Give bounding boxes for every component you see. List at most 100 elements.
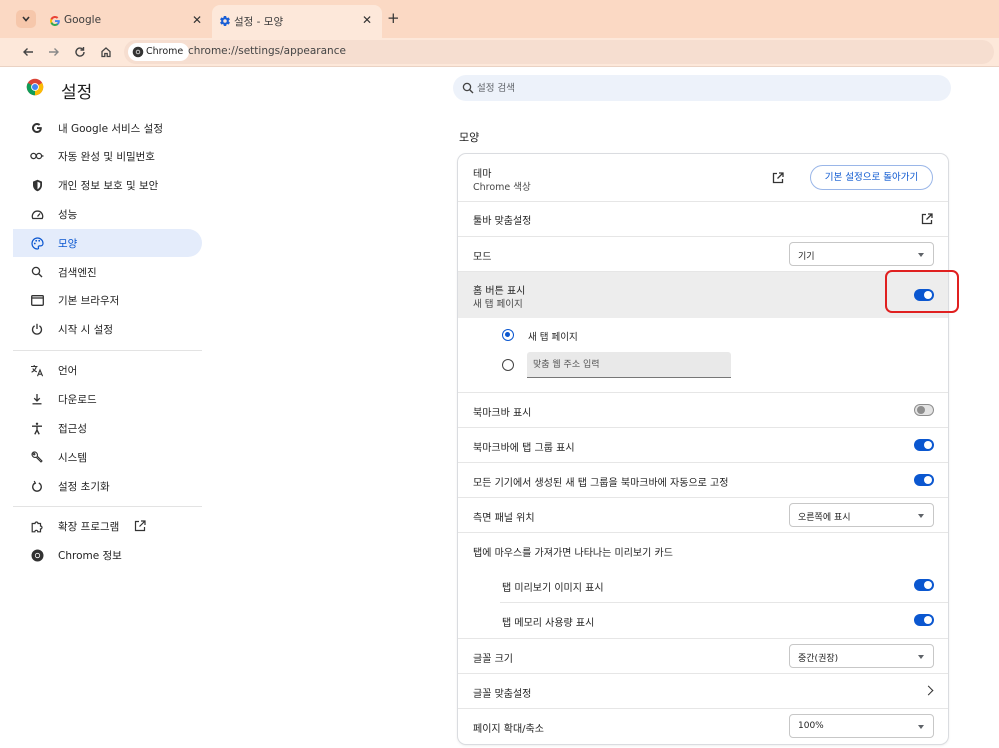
- home-option-new-tab[interactable]: 새 탭 페이지: [458, 318, 948, 352]
- home-button-row[interactable]: 홈 버튼 표시 새 탭 페이지: [458, 271, 948, 318]
- new-tab-radio[interactable]: [502, 329, 514, 341]
- power-icon: [30, 322, 44, 336]
- sidebar-divider: [13, 350, 202, 351]
- bookmarks-bar-row[interactable]: 북마크바 표시: [458, 392, 948, 427]
- font-size-value: 중간(권장): [798, 654, 839, 664]
- sidebar-item-label: 언어: [58, 365, 78, 377]
- close-icon[interactable]: ✕: [362, 13, 372, 27]
- toolbar: Chrome chrome://settings/appearance: [0, 38, 999, 67]
- search-icon: [30, 265, 44, 279]
- browser-window-icon: [30, 293, 44, 307]
- tab-google[interactable]: Google ✕: [42, 5, 212, 38]
- home-option-custom-url[interactable]: [458, 352, 948, 392]
- puzzle-icon: [30, 519, 44, 533]
- reload-button[interactable]: [72, 44, 88, 60]
- font-size-select[interactable]: 중간(권장): [789, 644, 934, 668]
- external-link-icon[interactable]: [921, 213, 933, 225]
- back-button[interactable]: [20, 44, 36, 60]
- toolbar-custom-row[interactable]: 툴바 맞춤설정: [458, 201, 948, 236]
- side-panel-select[interactable]: 오른쪽에 표시: [789, 503, 934, 527]
- dropdown-arrow-icon: [918, 725, 924, 729]
- tab-title: 설정 - 모양: [234, 16, 284, 28]
- sidebar-item-accessibility[interactable]: 접근성: [13, 414, 202, 442]
- bookmarks-tab-groups-toggle[interactable]: [914, 439, 934, 451]
- hover-image-row[interactable]: 탭 미리보기 이미지 표시: [458, 567, 948, 602]
- speedometer-icon: [30, 207, 44, 221]
- home-button-label: 홈 버튼 표시: [473, 286, 526, 297]
- font-size-row: 글꼴 크기 중간(권장): [458, 638, 948, 673]
- side-panel-value: 오른쪽에 표시: [798, 513, 851, 523]
- page-zoom-value: 100%: [798, 721, 824, 731]
- font-custom-label: 글꼴 맞춤설정: [473, 689, 532, 700]
- sidebar-item-label: 다운로드: [58, 394, 97, 406]
- home-button[interactable]: [98, 44, 114, 60]
- pin-tab-groups-row[interactable]: 모든 기기에서 생성된 새 탭 그룹을 북마크바에 자동으로 고정: [458, 462, 948, 497]
- google-g-icon: [48, 14, 62, 28]
- reset-theme-button[interactable]: 기본 설정으로 돌아가기: [810, 165, 933, 190]
- custom-url-radio[interactable]: [502, 359, 514, 371]
- mode-select[interactable]: 기기: [789, 242, 934, 266]
- sidebar-item-label: 검색엔진: [58, 267, 97, 279]
- hover-memory-row[interactable]: 탭 메모리 사용량 표시: [458, 602, 948, 638]
- tab-settings[interactable]: 설정 - 모양 ✕: [212, 5, 382, 38]
- page-zoom-select[interactable]: 100%: [789, 714, 934, 738]
- custom-url-input[interactable]: [533, 357, 723, 373]
- hover-image-toggle[interactable]: [914, 579, 934, 591]
- tab-search-button[interactable]: [16, 10, 36, 28]
- new-tab-radio-label: 새 탭 페이지: [528, 332, 578, 343]
- hover-memory-label: 탭 메모리 사용량 표시: [502, 618, 595, 629]
- translate-icon: [30, 363, 44, 377]
- theme-row[interactable]: 테마 Chrome 색상 기본 설정으로 돌아가기: [458, 154, 948, 201]
- sidebar-item-label: 개인 정보 보호 및 보안: [58, 180, 159, 192]
- chrome-logo-icon: [132, 46, 144, 58]
- address-bar[interactable]: Chrome chrome://settings/appearance: [124, 40, 994, 64]
- dropdown-arrow-icon: [918, 253, 924, 257]
- mode-value: 기기: [798, 252, 815, 262]
- sidebar-item-search-engine[interactable]: 검색엔진: [13, 258, 202, 286]
- search-input[interactable]: [477, 79, 937, 97]
- chip-label: Chrome: [146, 46, 184, 57]
- row-divider: [458, 497, 948, 498]
- sidebar-item-autofill[interactable]: 자동 완성 및 비밀번호: [13, 142, 202, 170]
- row-divider: [458, 673, 948, 674]
- row-divider: [458, 532, 948, 533]
- sidebar-item-default-browser[interactable]: 기본 브라우저: [13, 286, 202, 314]
- sidebar-item-reset[interactable]: 설정 초기화: [13, 472, 202, 500]
- external-link-icon[interactable]: [772, 172, 784, 184]
- new-tab-button[interactable]: +: [387, 11, 400, 26]
- sidebar-item-languages[interactable]: 언어: [13, 356, 202, 384]
- hover-memory-toggle[interactable]: [914, 614, 934, 626]
- sidebar-item-performance[interactable]: 성능: [13, 200, 202, 228]
- sidebar-item-label: 내 Google 서비스 설정: [58, 123, 163, 135]
- highlight-annotation: [885, 270, 959, 313]
- sidebar-item-system[interactable]: 시스템: [13, 443, 202, 471]
- sidebar-item-label: 기본 브라우저: [58, 295, 120, 307]
- arrow-left-icon: [23, 48, 33, 56]
- accessibility-icon: [30, 421, 44, 435]
- url-text[interactable]: chrome://settings/appearance: [188, 45, 346, 57]
- row-divider: [458, 638, 948, 639]
- site-info-chip[interactable]: Chrome: [128, 43, 190, 61]
- custom-url-field[interactable]: [527, 352, 731, 378]
- forward-button[interactable]: [46, 44, 62, 60]
- close-icon[interactable]: ✕: [192, 13, 202, 27]
- sidebar-item-privacy[interactable]: 개인 정보 보호 및 보안: [13, 171, 202, 199]
- pin-tab-groups-toggle[interactable]: [914, 474, 934, 486]
- tab-title: Google: [64, 14, 102, 26]
- sidebar-item-extensions[interactable]: 확장 프로그램: [13, 512, 202, 540]
- sidebar-item-appearance[interactable]: 모양: [13, 229, 202, 257]
- sidebar-item-about[interactable]: Chrome 정보: [13, 541, 202, 569]
- settings-search[interactable]: [453, 75, 951, 101]
- bookmarks-bar-toggle[interactable]: [914, 404, 934, 416]
- sidebar-item-google-services[interactable]: 내 Google 서비스 설정: [13, 114, 202, 142]
- bookmarks-tab-groups-row[interactable]: 북마크바에 탭 그룹 표시: [458, 427, 948, 462]
- sidebar-item-label: 설정 초기화: [58, 481, 110, 493]
- font-custom-row[interactable]: 글꼴 맞춤설정: [458, 673, 948, 708]
- row-divider: [458, 392, 948, 393]
- sidebar-item-downloads[interactable]: 다운로드: [13, 385, 202, 413]
- chrome-logo-icon: [26, 78, 44, 96]
- mode-label: 모드: [473, 252, 492, 263]
- sidebar-item-startup[interactable]: 시작 시 설정: [13, 315, 202, 343]
- download-icon: [30, 392, 44, 406]
- page-title: 설정: [61, 83, 93, 103]
